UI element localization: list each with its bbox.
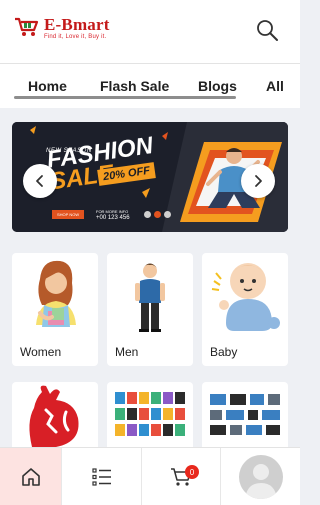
electronics-illustration-icon (210, 394, 280, 435)
banner-phone: +00 123 456 (96, 215, 130, 221)
user-avatar-icon (244, 464, 277, 499)
carousel-prev-button[interactable] (23, 164, 57, 198)
category-card-women[interactable]: Women (12, 253, 98, 366)
bottom-navigation: 0 (0, 447, 300, 505)
nav-home[interactable] (0, 448, 62, 505)
tab-all[interactable]: All (266, 78, 284, 94)
women-illustration-icon (36, 260, 76, 327)
search-icon (257, 20, 278, 41)
search-button[interactable] (254, 17, 280, 43)
cart-count-badge: 0 (185, 465, 199, 479)
category-card-baby[interactable]: Baby (202, 253, 288, 366)
chevron-left-icon (36, 175, 43, 187)
cart-logo-icon (15, 17, 39, 36)
carousel-dot-active[interactable] (154, 211, 161, 218)
nav-categories[interactable] (62, 448, 142, 505)
home-icon (21, 468, 40, 486)
nav-cart[interactable]: 0 (142, 448, 221, 505)
brand-tagline: Find it, Love it, Buy it. (44, 34, 107, 40)
carousel-dot[interactable] (144, 211, 151, 218)
carousel-indicators (144, 211, 171, 218)
brand-logo[interactable]: E-Bmart Find it, Love it, Buy it. (14, 16, 110, 40)
category-card-men[interactable]: Men (107, 253, 193, 366)
men-illustration-icon (135, 263, 165, 332)
banner-contact: FOR MORE INFO +00 123 456 (96, 208, 130, 222)
heart-organ-illustration-icon (29, 385, 79, 447)
chevron-right-icon (255, 175, 262, 187)
app-header: E-Bmart Find it, Love it, Buy it. (0, 0, 300, 64)
tab-flash-sale[interactable]: Flash Sale (100, 78, 169, 94)
category-label: Baby (210, 345, 238, 359)
clothing-illustration-icon (115, 392, 185, 436)
promo-banner[interactable]: NEW SEASON FASHION SALE 20% OFF SHOP NOW… (12, 122, 288, 232)
tab-home[interactable]: Home (28, 78, 67, 94)
list-icon (91, 468, 111, 486)
category-label: Women (20, 345, 62, 359)
tab-blogs[interactable]: Blogs (198, 78, 237, 94)
banner-shop-button[interactable]: SHOP NOW (52, 210, 85, 219)
carousel-dot[interactable] (164, 211, 171, 218)
brand-name: E-Bmart (44, 15, 110, 34)
baby-illustration-icon (211, 263, 280, 331)
category-tabs: Home Flash Sale Blogs All (0, 64, 300, 108)
tabs-scroll-indicator (14, 96, 236, 99)
avatar (238, 455, 283, 499)
nav-profile[interactable] (221, 448, 300, 505)
carousel-next-button[interactable] (241, 164, 275, 198)
banner-contact-label: FOR MORE INFO (96, 209, 129, 214)
category-label: Men (115, 345, 139, 359)
